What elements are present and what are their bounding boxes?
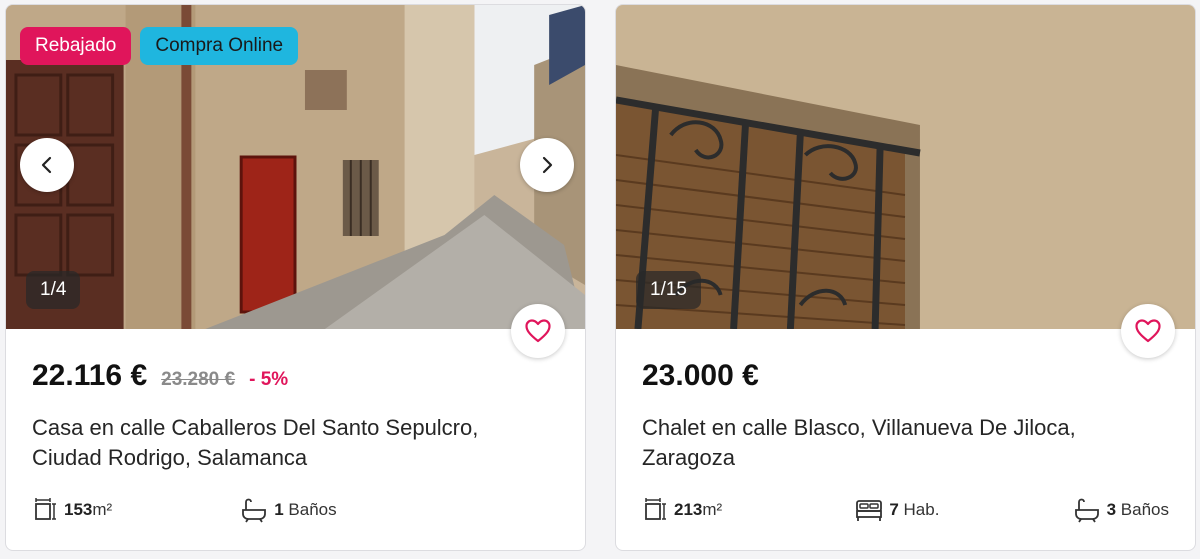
old-price: 23.280 €: [161, 369, 236, 390]
bathtub-icon: [1074, 498, 1099, 523]
heart-icon: [525, 319, 551, 343]
bathtub-icon: [242, 498, 267, 523]
chevron-left-icon: [41, 156, 52, 174]
area-value: 213: [674, 500, 703, 519]
rooms-label: Hab.: [903, 500, 940, 519]
listing-photo[interactable]: Rebajado Compra Online 1/4: [6, 5, 585, 329]
online-purchase-badge: Compra Online: [140, 27, 299, 65]
photo-counter: 1/4: [26, 271, 81, 309]
area-icon: [35, 498, 56, 520]
rooms-value: 7: [889, 500, 899, 519]
photo-counter: 1/15: [636, 271, 701, 309]
area-icon: [645, 498, 666, 520]
previous-photo-button[interactable]: [20, 138, 74, 192]
listing-photo[interactable]: 1/15: [616, 5, 1195, 329]
price: 23.000 €: [642, 359, 759, 392]
chevron-right-icon: [542, 156, 553, 174]
favorite-button[interactable]: [511, 304, 565, 358]
heart-icon: [1135, 319, 1161, 343]
discount-badge: Rebajado: [20, 27, 132, 65]
baths-feature: 3 Baños: [1073, 497, 1169, 523]
window-photo: [616, 5, 1195, 329]
baths-feature: 1 Baños: [240, 497, 337, 523]
area-feature: 213m²: [642, 497, 722, 523]
baths-label: Baños: [1120, 500, 1169, 519]
baths-value: 3: [1106, 500, 1117, 519]
rooms-feature: 7 Hab.: [855, 498, 939, 522]
listing-title[interactable]: Chalet en calle Blasco, Villanueva De Ji…: [642, 413, 1162, 473]
area-feature: 153m²: [32, 497, 112, 523]
next-photo-button[interactable]: [520, 138, 574, 192]
listing-card[interactable]: 1/15 23.000 € Chalet en calle Blasco, Vi…: [615, 4, 1196, 551]
baths-value: 1: [274, 500, 284, 519]
area-value: 153: [64, 500, 93, 519]
area-unit: m²: [92, 500, 113, 519]
listing-title[interactable]: Casa en calle Caballeros Del Santo Sepul…: [32, 413, 552, 473]
bed-icon: [856, 500, 883, 521]
favorite-button[interactable]: [1121, 304, 1175, 358]
price: 22.116 €: [32, 359, 148, 392]
listing-card[interactable]: Rebajado Compra Online 1/4 22.116 € 23.2…: [5, 4, 586, 551]
discount-percentage: - 5%: [249, 369, 289, 390]
area-unit: m²: [702, 500, 723, 519]
baths-label: Baños: [288, 500, 337, 519]
